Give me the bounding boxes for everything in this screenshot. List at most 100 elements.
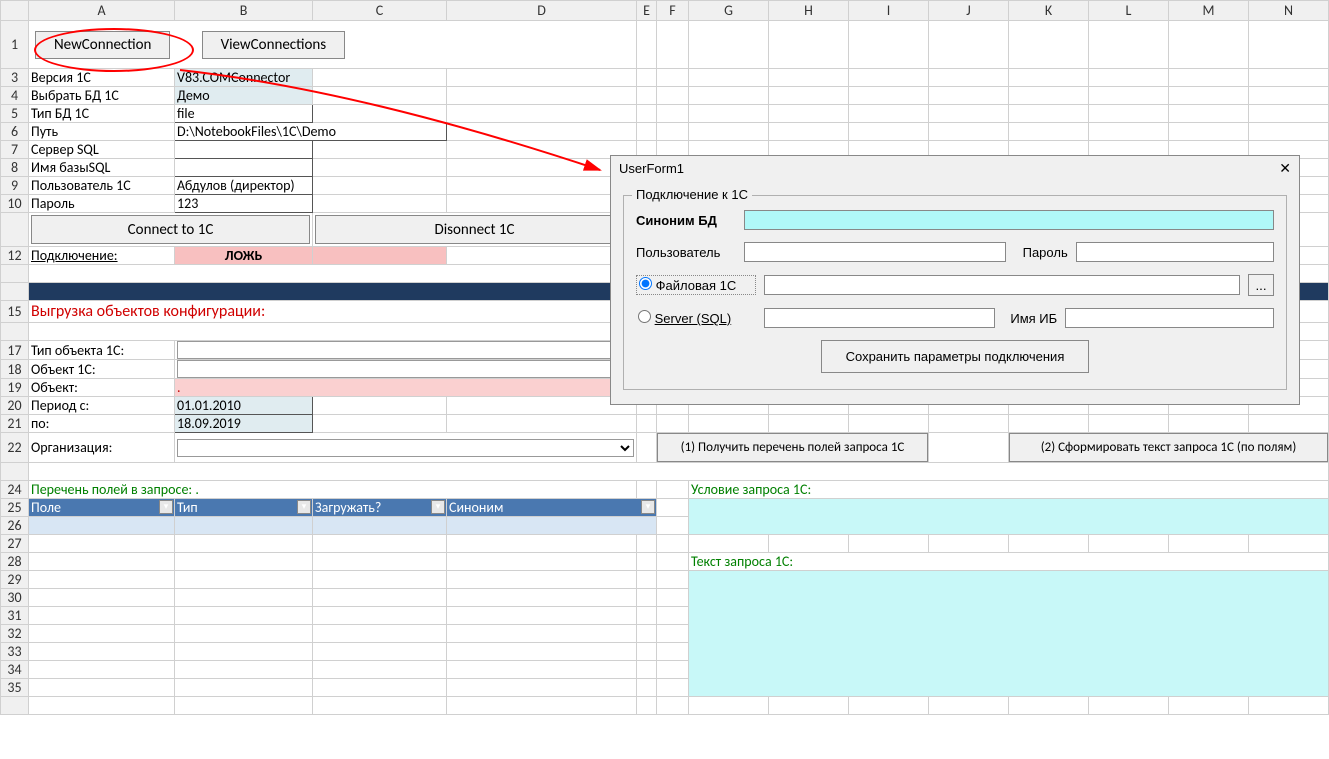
row-header[interactable]: 28: [1, 553, 29, 571]
get-fields-button[interactable]: (1) Получить перечень полей запроса 1С: [657, 433, 928, 462]
th-load[interactable]: Загружать?▾: [313, 499, 447, 517]
query-condition-area[interactable]: [689, 499, 1329, 535]
filter-dropdown-icon[interactable]: ▾: [431, 500, 445, 514]
table-row[interactable]: [447, 517, 657, 535]
row-header[interactable]: 15: [1, 301, 29, 323]
object1c-dropdown[interactable]: [177, 360, 634, 378]
close-icon[interactable]: ✕: [1279, 160, 1291, 177]
server-input[interactable]: [764, 308, 995, 328]
period-to-value[interactable]: 18.09.2019: [175, 415, 313, 433]
col-header[interactable]: L: [1089, 1, 1169, 21]
row-header[interactable]: 32: [1, 625, 29, 643]
filter-dropdown-icon[interactable]: ▾: [641, 500, 655, 514]
table-row[interactable]: [313, 517, 447, 535]
row-header[interactable]: 6: [1, 123, 29, 141]
view-connections-button[interactable]: ViewConnections: [202, 31, 346, 59]
row-header[interactable]: 7: [1, 141, 29, 159]
th-synonym[interactable]: Синоним▾: [447, 499, 657, 517]
userform-dialog: UserForm1 ✕ Подключение к 1С Синоним БД …: [610, 155, 1300, 405]
col-header[interactable]: B: [175, 1, 313, 21]
file-path-input[interactable]: [764, 275, 1240, 295]
row-header[interactable]: 20: [1, 397, 29, 415]
userform-title: UserForm1: [619, 161, 684, 176]
value-sqldb[interactable]: [175, 159, 313, 177]
row-header[interactable]: 9: [1, 177, 29, 195]
row-header[interactable]: 27: [1, 535, 29, 553]
object-type-dropdown[interactable]: [177, 341, 634, 359]
period-from-value[interactable]: 01.01.2010: [175, 397, 313, 415]
row-header[interactable]: 10: [1, 195, 29, 213]
synonym-input[interactable]: [744, 210, 1274, 230]
col-header[interactable]: D: [447, 1, 637, 21]
value-version[interactable]: V83.COMConnector: [175, 69, 313, 87]
save-params-button[interactable]: Сохранить параметры подключения: [821, 340, 1090, 373]
col-header[interactable]: A: [29, 1, 175, 21]
label-sqlserver: Сервер SQL: [29, 141, 175, 159]
org-dropdown[interactable]: [177, 439, 634, 457]
col-header[interactable]: C: [313, 1, 447, 21]
col-header[interactable]: G: [689, 1, 769, 21]
period-to-label: по:: [29, 415, 175, 433]
row-header[interactable]: 31: [1, 607, 29, 625]
user-label: Пользователь: [636, 245, 736, 260]
col-header[interactable]: J: [929, 1, 1009, 21]
col-header[interactable]: I: [849, 1, 929, 21]
file-radio-label[interactable]: Файловая 1С: [636, 275, 756, 295]
row-header[interactable]: 19: [1, 379, 29, 397]
row-header[interactable]: 24: [1, 481, 29, 499]
row-header[interactable]: 33: [1, 643, 29, 661]
password-input[interactable]: [1076, 242, 1274, 262]
row-header[interactable]: 22: [1, 433, 29, 463]
connect-button[interactable]: Connect to 1C: [31, 215, 310, 244]
row-header[interactable]: [1, 213, 29, 247]
value-dbtype[interactable]: file: [175, 105, 313, 123]
row-header[interactable]: 1: [1, 21, 29, 69]
filter-dropdown-icon[interactable]: ▾: [159, 500, 173, 514]
row-header[interactable]: 25: [1, 499, 29, 517]
th-type[interactable]: Тип▾: [175, 499, 313, 517]
row-header[interactable]: 21: [1, 415, 29, 433]
dbname-input[interactable]: [1065, 308, 1274, 328]
value-db[interactable]: Демо: [175, 87, 313, 105]
query-text-area[interactable]: [689, 571, 1329, 697]
row-header[interactable]: 3: [1, 69, 29, 87]
value-path[interactable]: D:\NotebookFiles\1C\Demo: [175, 123, 447, 141]
value-pass[interactable]: 123: [175, 195, 313, 213]
row-header[interactable]: 18: [1, 360, 29, 379]
new-connection-button[interactable]: NewConnection: [35, 31, 170, 59]
th-field[interactable]: Поле▾: [29, 499, 175, 517]
label-db: Выбрать БД 1С: [29, 87, 175, 105]
value-user[interactable]: Абдулов (директор): [175, 177, 313, 195]
table-row[interactable]: [175, 517, 313, 535]
browse-button[interactable]: ...: [1248, 274, 1274, 296]
row-header[interactable]: 5: [1, 105, 29, 123]
col-header[interactable]: H: [769, 1, 849, 21]
row-header[interactable]: 26: [1, 517, 29, 535]
col-header[interactable]: M: [1169, 1, 1249, 21]
connection-label: Подключение:: [29, 247, 175, 265]
label-sqldb: Имя базыSQL: [29, 159, 175, 177]
value-sqlserver[interactable]: [175, 141, 313, 159]
row-header[interactable]: 8: [1, 159, 29, 177]
col-header[interactable]: E: [637, 1, 657, 21]
table-row[interactable]: [29, 517, 175, 535]
object-label: Объект:: [29, 379, 175, 397]
period-from-label: Период с:: [29, 397, 175, 415]
row-header[interactable]: 30: [1, 589, 29, 607]
row-header[interactable]: 4: [1, 87, 29, 105]
row-header[interactable]: 12: [1, 247, 29, 265]
col-header[interactable]: K: [1009, 1, 1089, 21]
filter-dropdown-icon[interactable]: ▾: [297, 500, 311, 514]
user-input[interactable]: [744, 242, 1006, 262]
server-radio[interactable]: [638, 310, 651, 323]
file-radio[interactable]: [639, 277, 652, 290]
server-radio-label[interactable]: Server (SQL): [636, 309, 756, 327]
build-query-button[interactable]: (2) Сформировать текст запроса 1С (по по…: [1009, 433, 1328, 462]
row-header[interactable]: 29: [1, 571, 29, 589]
col-header[interactable]: N: [1249, 1, 1329, 21]
row-header[interactable]: 17: [1, 341, 29, 360]
row-header[interactable]: 35: [1, 679, 29, 697]
row-header[interactable]: 34: [1, 661, 29, 679]
col-header[interactable]: F: [657, 1, 689, 21]
disconnect-button[interactable]: Disonnect 1C: [315, 215, 634, 244]
